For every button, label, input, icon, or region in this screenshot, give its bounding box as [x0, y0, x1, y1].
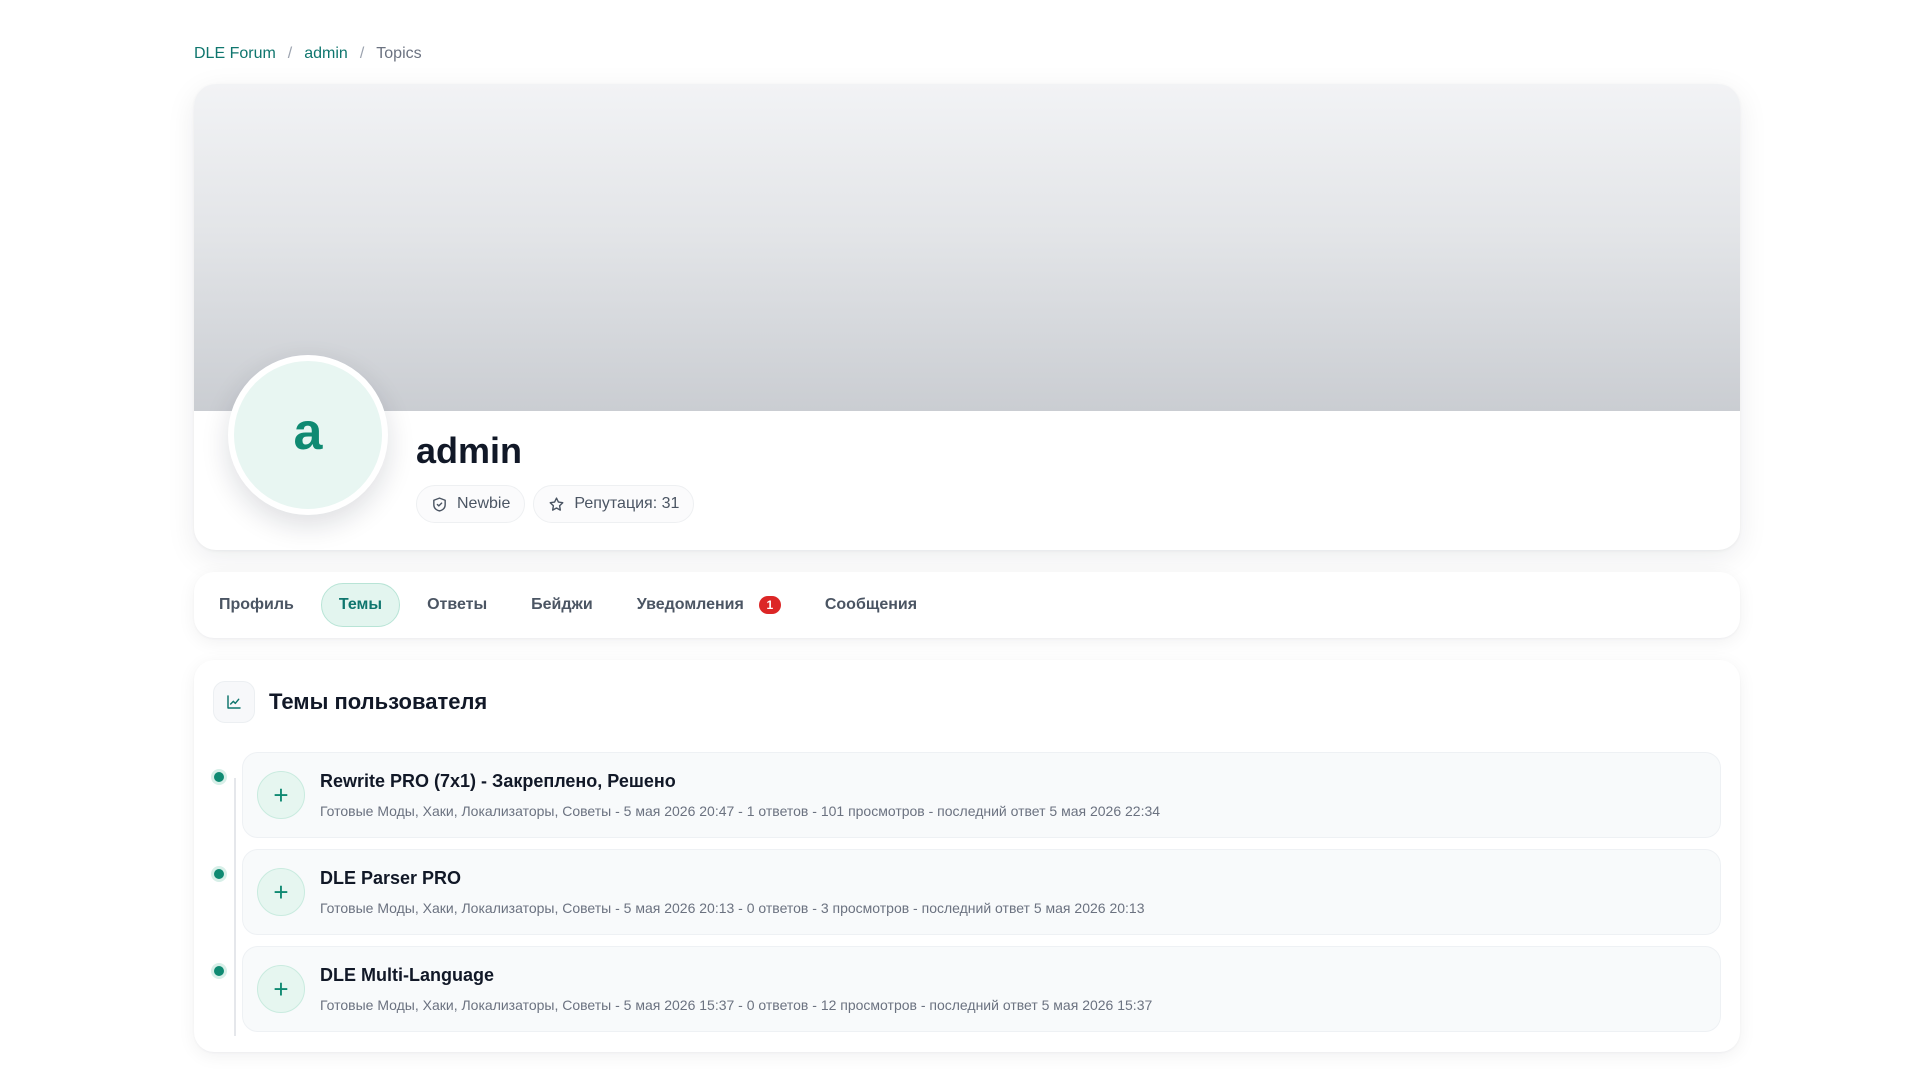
profile-tabs: Профиль Темы Ответы Бейджи Уведомления 1… — [194, 572, 1740, 638]
breadcrumb-current: Topics — [376, 45, 422, 62]
section-title: Темы пользователя — [269, 689, 488, 714]
tab-label: Уведомления — [636, 596, 744, 613]
profile-chips: Newbie Репутация: 31 — [416, 485, 695, 523]
topic-meta: Готовые Моды, Хаки, Локализаторы, Советы… — [320, 900, 1145, 916]
section-header: Темы пользователя — [213, 681, 487, 723]
profile-cover — [194, 84, 1740, 411]
breadcrumb: DLE Forum / admin / Topics — [194, 45, 422, 63]
rank-chip: Newbie — [416, 485, 526, 523]
reputation-label: Репутация: 31 — [574, 495, 680, 512]
topic-title[interactable]: Rewrite PRO (7x1) - Закреплено, Решено — [320, 771, 676, 792]
topic-item[interactable]: + Rewrite PRO (7x1) - Закреплено, Решено… — [242, 752, 1721, 838]
topic-item[interactable]: + DLE Parser PRO Готовые Моды, Хаки, Лок… — [242, 849, 1721, 935]
plus-icon: + — [257, 965, 305, 1013]
topic-title[interactable]: DLE Parser PRO — [320, 868, 461, 889]
breadcrumb-separator: / — [287, 45, 293, 62]
breadcrumb-forum-link[interactable]: DLE Forum — [194, 45, 276, 63]
tab-messages[interactable]: Сообщения — [808, 583, 934, 627]
plus-icon: + — [257, 868, 305, 916]
notification-count-badge: 1 — [758, 596, 781, 614]
tab-replies[interactable]: Ответы — [410, 583, 504, 627]
avatar-letter: a — [293, 403, 323, 461]
breadcrumb-separator: / — [359, 45, 365, 62]
tab-label: Бейджи — [531, 596, 593, 613]
user-topics-card: Темы пользователя + Rewrite PRO (7x1) - … — [194, 660, 1740, 1052]
avatar: a — [228, 355, 388, 515]
rank-label: Newbie — [457, 495, 511, 512]
timeline-line — [234, 778, 236, 1036]
breadcrumb-user-link[interactable]: admin — [304, 45, 348, 63]
reputation-chip: Репутация: 31 — [533, 485, 695, 523]
shield-icon — [433, 496, 446, 512]
topic-meta: Готовые Моды, Хаки, Локализаторы, Советы… — [320, 997, 1153, 1013]
username: admin — [416, 430, 523, 471]
timeline-dot — [211, 769, 227, 785]
timeline-dot — [211, 866, 227, 882]
tab-profile[interactable]: Профиль — [202, 583, 311, 627]
tab-badges[interactable]: Бейджи — [514, 583, 610, 627]
topic-meta: Готовые Моды, Хаки, Локализаторы, Советы… — [320, 803, 1161, 819]
tab-topics[interactable]: Темы — [320, 583, 401, 627]
tab-label: Ответы — [427, 596, 488, 613]
topic-title[interactable]: DLE Multi-Language — [320, 965, 494, 986]
profile-card: a admin Newbie Репутация: 31 — [194, 84, 1740, 550]
tab-label: Профиль — [219, 596, 294, 613]
topic-item[interactable]: + DLE Multi-Language Готовые Моды, Хаки,… — [242, 946, 1721, 1032]
star-icon — [549, 496, 564, 511]
tab-notifications[interactable]: Уведомления 1 — [620, 583, 798, 627]
chart-line-icon — [213, 681, 255, 723]
plus-icon: + — [257, 771, 305, 819]
timeline-dot — [211, 963, 227, 979]
tab-label: Темы — [338, 596, 383, 613]
tab-label: Сообщения — [824, 596, 918, 613]
